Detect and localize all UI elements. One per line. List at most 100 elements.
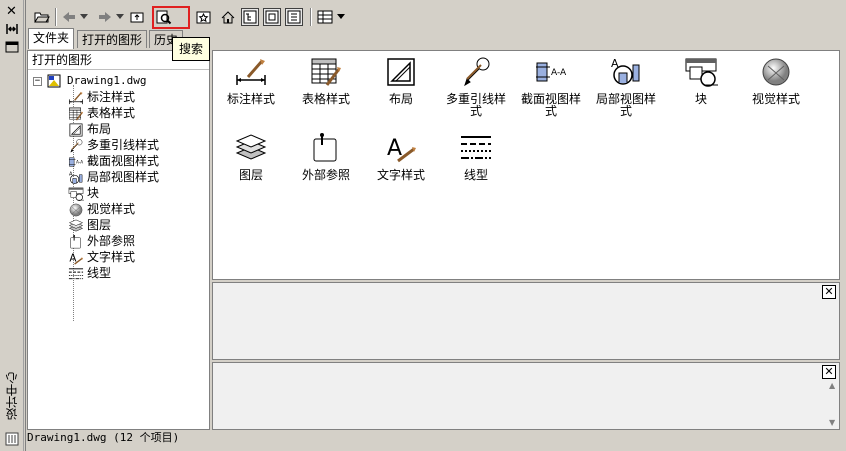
tree-item-label: 文字样式 xyxy=(87,250,136,264)
content-item[interactable]: 表格样式 xyxy=(286,55,366,105)
tree-view-panel[interactable]: 打开的图形 − Drawing1.dwg 标注样式 表格样式 布局 多重引线样式 A-A… xyxy=(27,50,210,430)
description-close-icon[interactable]: ✕ xyxy=(822,365,836,379)
palette-grip-icon[interactable] xyxy=(5,432,19,449)
dimstyle-icon xyxy=(68,90,84,105)
views-dropdown[interactable] xyxy=(336,8,346,26)
content-item[interactable]: 块 xyxy=(661,55,741,105)
tree-item-label: 图层 xyxy=(87,218,112,232)
content-item-label: 块 xyxy=(694,92,707,106)
views-button[interactable] xyxy=(316,8,334,26)
linetype-icon xyxy=(459,131,493,165)
search-tooltip: 搜索 xyxy=(172,37,210,61)
forward-button[interactable] xyxy=(96,8,114,26)
xref-icon xyxy=(309,131,343,165)
back-button[interactable] xyxy=(60,8,78,26)
status-bar: Drawing1.dwg (12 个项目) xyxy=(27,431,180,444)
content-item[interactable]: 外部参照 xyxy=(286,131,366,181)
up-button[interactable] xyxy=(129,8,147,26)
content-item[interactable]: 标注样式 xyxy=(211,55,291,105)
tree-view-toggle[interactable] xyxy=(241,8,259,26)
tree-item-label: 线型 xyxy=(87,266,112,280)
tree-item[interactable]: 线型 xyxy=(68,265,111,281)
close-icon[interactable]: ✕ xyxy=(6,4,17,19)
tree-item[interactable]: A 局部视图样式 xyxy=(68,169,159,185)
tree-item[interactable]: 布局 xyxy=(68,121,111,137)
description-pane: ✕ ▲ ▼ xyxy=(212,362,840,430)
description-toggle[interactable] xyxy=(285,8,303,26)
content-item[interactable]: 线型 xyxy=(436,131,516,181)
dimstyle-icon xyxy=(234,55,268,89)
content-item-label: 多重引线样式 xyxy=(445,92,506,118)
tree-item[interactable]: 表格样式 xyxy=(68,105,135,121)
chevron-down-icon xyxy=(116,14,124,19)
visualstyle-icon xyxy=(759,55,793,89)
preview-icon xyxy=(265,10,279,24)
mleaderstyle-icon xyxy=(68,138,84,153)
content-item-label: 文字样式 xyxy=(376,168,425,182)
tree-item-label: 表格样式 xyxy=(87,106,136,120)
content-item[interactable]: 布局 xyxy=(361,55,441,105)
layout-icon xyxy=(384,55,418,89)
content-item[interactable]: 视觉样式 xyxy=(736,55,816,105)
sectionview-icon: A-A xyxy=(68,154,84,168)
block-icon xyxy=(68,186,85,201)
palette-title-strip: ✕ 设计中心 xyxy=(0,0,24,451)
tree-item-label: 标注样式 xyxy=(87,90,136,104)
preview-pane: ✕ xyxy=(212,282,840,360)
content-item-label: 外部参照 xyxy=(301,168,350,182)
content-item[interactable]: 多重引线样式 xyxy=(436,55,516,117)
tree-item[interactable]: 块 xyxy=(68,185,99,201)
tab-open-drawings[interactable]: 打开的图形 xyxy=(77,30,148,48)
content-item[interactable]: 图层 xyxy=(211,131,291,181)
content-item[interactable]: A 局部视图样式 xyxy=(586,55,666,117)
autohide-icon[interactable] xyxy=(5,22,19,39)
tree-item[interactable]: 视觉样式 xyxy=(68,201,135,217)
content-area[interactable]: 标注样式 表格样式 布局 多重引线样式 A-A 截面视图样式 A 局部视图样式 块 视觉样式图层 外… xyxy=(212,50,840,280)
back-dropdown[interactable] xyxy=(79,8,89,26)
favorites-star-icon xyxy=(196,11,211,23)
tree-item-label: 块 xyxy=(87,186,100,200)
svg-text:A: A xyxy=(387,136,402,161)
favorites-button[interactable] xyxy=(195,8,213,26)
description-scrollbar[interactable]: ▲ ▼ xyxy=(826,379,839,429)
block-icon xyxy=(684,55,720,89)
tree-root[interactable]: − Drawing1.dwg xyxy=(33,73,146,89)
tree-item-label: 多重引线样式 xyxy=(87,138,160,152)
drawing-file-icon xyxy=(47,74,61,88)
scroll-up-icon[interactable]: ▲ xyxy=(829,381,835,390)
properties-icon[interactable] xyxy=(5,40,19,57)
tree-item[interactable]: 多重引线样式 xyxy=(68,137,159,153)
preview-toggle[interactable] xyxy=(263,8,281,26)
svg-text:A-A: A-A xyxy=(551,68,567,78)
tab-folders[interactable]: 文件夹 xyxy=(28,28,75,49)
tree-view-icon xyxy=(243,10,257,24)
tree-item[interactable]: 外部参照 xyxy=(68,233,135,249)
svg-text:A: A xyxy=(69,252,76,264)
scroll-down-icon[interactable]: ▼ xyxy=(829,418,835,427)
tree-item-label: 外部参照 xyxy=(87,234,136,248)
tree-item-label: 布局 xyxy=(87,122,112,136)
detailview-icon: A xyxy=(68,170,84,184)
tree-item[interactable]: 图层 xyxy=(68,217,111,233)
layout-icon xyxy=(68,122,84,137)
tree-item[interactable]: A-A 截面视图样式 xyxy=(68,153,159,169)
content-item[interactable]: A 文字样式 xyxy=(361,131,441,181)
layer-icon xyxy=(234,131,268,165)
up-folder-icon xyxy=(130,12,144,23)
load-button[interactable] xyxy=(33,8,51,26)
tree-item[interactable]: 标注样式 xyxy=(68,89,135,105)
preview-close-icon[interactable]: ✕ xyxy=(822,285,836,299)
tree-item[interactable]: A 文字样式 xyxy=(68,249,135,265)
linetype-icon xyxy=(68,266,84,280)
svg-text:A-A: A-A xyxy=(76,159,83,164)
detailview-icon: A xyxy=(609,55,643,89)
content-item[interactable]: A-A 截面视图样式 xyxy=(511,55,591,117)
content-item-label: 图层 xyxy=(238,168,263,182)
home-button[interactable] xyxy=(219,8,237,26)
content-item-label: 布局 xyxy=(388,92,413,106)
forward-dropdown[interactable] xyxy=(115,8,125,26)
tree-item-label: 视觉样式 xyxy=(87,202,136,216)
collapse-icon[interactable]: − xyxy=(33,76,42,86)
tablestyle-icon xyxy=(309,55,343,89)
open-folder-icon xyxy=(34,12,50,23)
